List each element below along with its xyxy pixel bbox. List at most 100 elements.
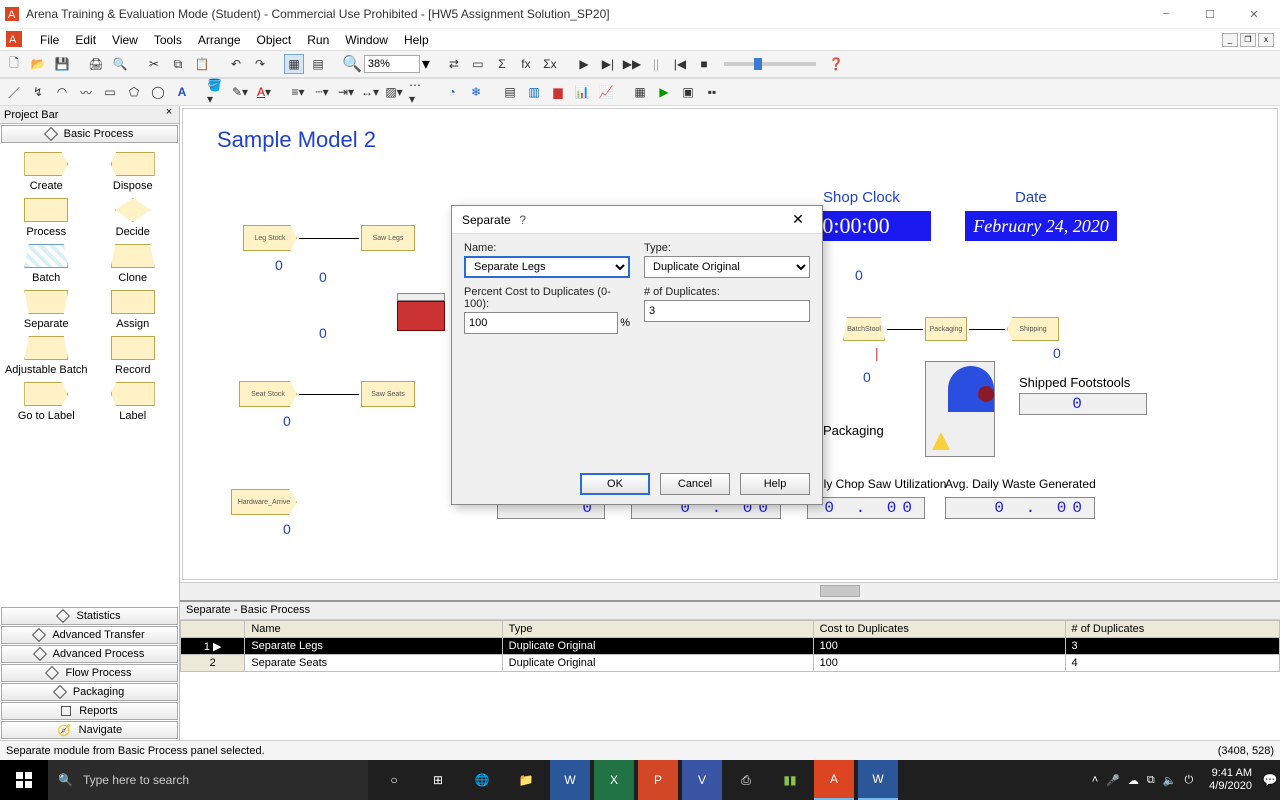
context-help-icon[interactable]: ❓ [826,54,846,74]
rect-tool-icon[interactable]: ▭ [100,82,120,102]
system-tray[interactable]: ˄ 🎤 ☁ ⧉ 🔈 ⏻ [1084,774,1201,787]
task-word-icon[interactable]: W [550,760,590,800]
toggle-layers-icon[interactable]: ▤ [308,54,328,74]
module-assign[interactable]: Assign [91,290,176,330]
polyline-tool-icon[interactable]: ↯ [28,82,48,102]
module-batch[interactable]: Batch [4,244,89,284]
col-dup[interactable]: # of Duplicates [1065,621,1279,638]
task-app1-icon[interactable]: ⎙ [726,760,766,800]
help-button[interactable]: Help [740,473,810,495]
taskbar-clock[interactable]: 9:41 AM 4/9/2020 [1201,767,1260,793]
block-leg-stock[interactable]: Leg Stock [243,225,297,251]
open-icon[interactable]: 📂 [28,54,48,74]
menu-arrange[interactable]: Arrange [190,31,249,49]
chart3-icon[interactable]: ▆ [548,82,568,102]
module-label[interactable]: Label [91,382,176,422]
dialog-help-icon[interactable]: ? [511,213,535,227]
project-bar-close-icon[interactable]: × [161,106,177,118]
tray-dropbox-icon[interactable]: ⧉ [1147,774,1155,787]
section-navigate[interactable]: 🧭Navigate [1,721,178,739]
col-type[interactable]: Type [502,621,813,638]
block-saw-legs[interactable]: Saw Legs [361,225,415,251]
arc-tool-icon[interactable]: ◠ [52,82,72,102]
menu-view[interactable]: View [104,31,146,49]
menu-help[interactable]: Help [396,31,437,49]
pct-input[interactable] [464,312,618,334]
paste-icon[interactable]: 📋 [192,54,212,74]
ellipse-tool-icon[interactable]: ◯ [148,82,168,102]
col-name[interactable]: Name [245,621,502,638]
submodel-icon[interactable]: ▭ [468,54,488,74]
calendar-icon[interactable]: ❄ [466,82,486,102]
chart1-icon[interactable]: ▤ [500,82,520,102]
task-chrome-icon[interactable]: 🌐 [462,760,502,800]
vars-icon[interactable]: Σ [492,54,512,74]
table-row[interactable]: 1 ▶ Separate Legs Duplicate Original 100… [181,638,1280,655]
module-dispose[interactable]: Dispose [91,152,176,192]
spreadsheet-table[interactable]: Name Type Cost to Duplicates # of Duplic… [180,620,1280,672]
tray-onedrive-icon[interactable]: ☁ [1128,774,1139,787]
cancel-button[interactable]: Cancel [660,473,730,495]
text-tool-icon[interactable]: A [172,82,192,102]
zoom-input[interactable] [364,55,420,73]
anim2-icon[interactable]: ▶ [654,82,674,102]
chart4-icon[interactable]: 📊 [572,82,592,102]
menu-window[interactable]: Window [337,31,396,49]
connect-icon[interactable]: ⇄ [444,54,464,74]
anim4-icon[interactable]: ▪▪ [702,82,722,102]
block-batchstool[interactable]: BatchStool [843,317,885,341]
menu-object[interactable]: Object [249,31,300,49]
task-excel-icon[interactable]: X [594,760,634,800]
window-maximize-button[interactable]: ☐ [1188,0,1232,28]
animation-speed-slider[interactable] [724,62,816,66]
task-word2-icon[interactable]: W [858,760,898,800]
line-pattern-icon[interactable]: ▨▾ [384,82,404,102]
anim3-icon[interactable]: ▣ [678,82,698,102]
polygon-tool-icon[interactable]: ⬠ [124,82,144,102]
tray-network-icon[interactable]: ⏻ [1184,774,1193,787]
chart5-icon[interactable]: 📈 [596,82,616,102]
block-seat-stock[interactable]: Seat Stock [239,381,297,407]
start-button[interactable] [0,760,48,800]
module-separate[interactable]: Separate [4,290,89,330]
col-cost[interactable]: Cost to Duplicates [813,621,1065,638]
section-advanced-process[interactable]: Advanced Process [1,645,178,663]
anim1-icon[interactable]: ▦ [630,82,650,102]
window-close-button[interactable]: ✕ [1232,0,1276,28]
line-weight-icon[interactable]: ≡▾ [288,82,308,102]
run-pause-icon[interactable]: || [646,54,666,74]
run-start-over-icon[interactable]: |◀ [670,54,690,74]
task-app2-icon[interactable]: ▮▮ [770,760,810,800]
text-color-icon[interactable]: A▾ [254,82,274,102]
expr-icon[interactable]: fx [516,54,536,74]
redo-icon[interactable]: ↷ [250,54,270,74]
block-packaging[interactable]: Packaging [925,317,967,341]
task-explorer-icon[interactable]: 📁 [506,760,546,800]
save-icon[interactable]: 💾 [52,54,72,74]
canvas-horizontal-scrollbar[interactable] [180,582,1280,600]
module-create[interactable]: Create [4,152,89,192]
cut-icon[interactable]: ✂ [144,54,164,74]
window-minimize-button[interactable]: − [1144,0,1188,28]
fill-color-icon[interactable]: 🪣▾ [206,82,226,102]
arrow-style1-icon[interactable]: ⇥▾ [336,82,356,102]
zoom-dropdown-icon[interactable]: ▾ [422,54,430,74]
menu-edit[interactable]: Edit [67,31,104,49]
stats-icon[interactable]: Σx [540,54,560,74]
run-go-icon[interactable]: ▶ [574,54,594,74]
task-view-icon[interactable]: ⊞ [418,760,458,800]
dialog-close-icon[interactable]: ✕ [784,211,812,228]
mdi-restore-button[interactable]: ❐ [1240,33,1256,47]
ok-button[interactable]: OK [580,473,650,495]
line-tool-icon[interactable]: ／ [4,82,24,102]
dup-input[interactable] [644,300,810,322]
section-advanced-transfer[interactable]: Advanced Transfer [1,626,178,644]
tray-up-icon[interactable]: ˄ [1092,774,1098,786]
section-statistics[interactable]: Statistics [1,607,178,625]
bezier-tool-icon[interactable]: 〰 [76,82,96,102]
menu-file[interactable]: File [32,31,67,49]
tray-mic-icon[interactable]: 🎤 [1106,774,1120,787]
section-reports[interactable]: Reports [1,702,178,720]
task-arena-icon[interactable]: A [814,760,854,800]
module-adjustable-batch[interactable]: Adjustable Batch [4,336,89,376]
